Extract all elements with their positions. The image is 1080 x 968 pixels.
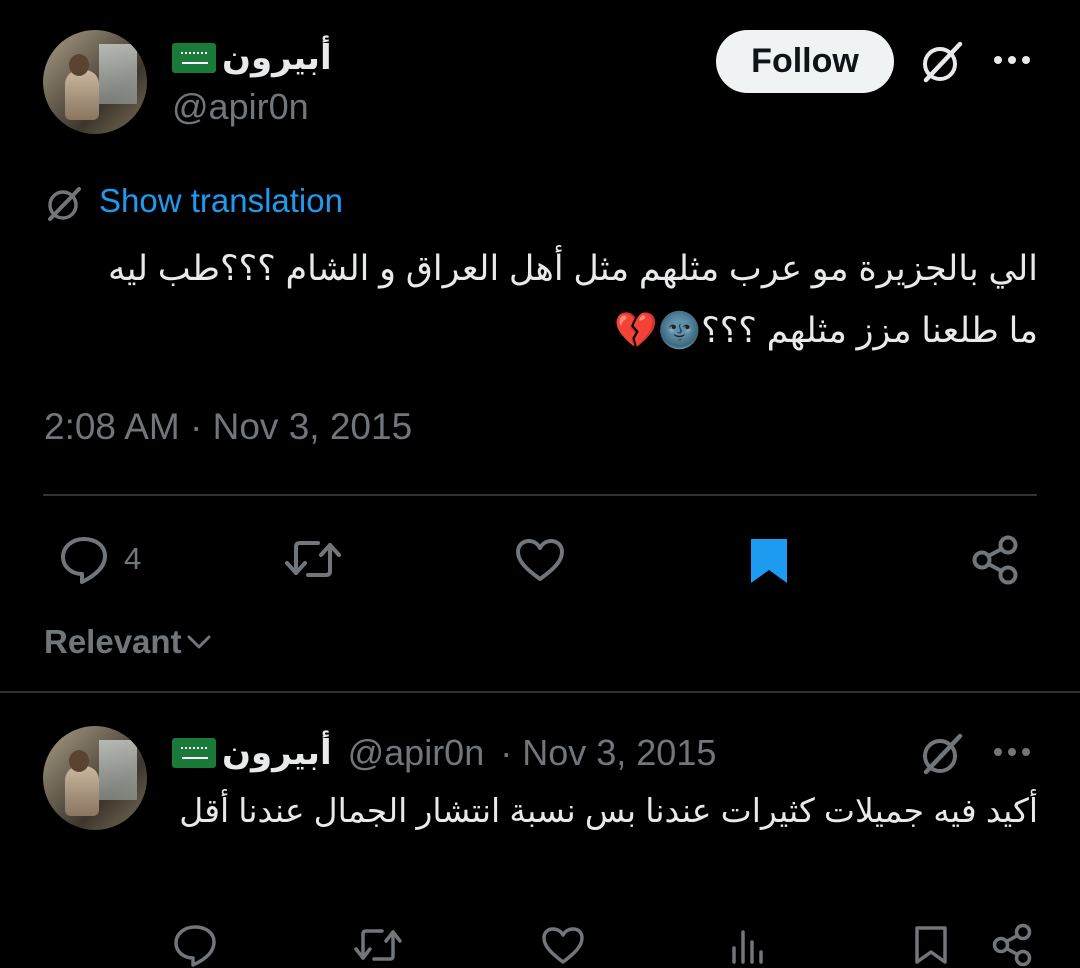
avatar-window [99, 740, 137, 800]
reply-count: 4 [124, 541, 142, 576]
avatar-window [99, 44, 137, 104]
reply-views-icon[interactable] [728, 924, 766, 964]
reply-share-icon[interactable] [990, 922, 1034, 968]
tweet-divider [43, 494, 1037, 496]
avatar-figure [65, 70, 99, 120]
like-icon[interactable] [514, 537, 566, 583]
reply-author-avatar[interactable] [43, 726, 147, 830]
author-handle[interactable]: @apir0n [172, 86, 309, 128]
chevron-down-icon [186, 632, 212, 652]
grok-icon[interactable] [918, 38, 966, 86]
author-name-row[interactable]: أبيرون [172, 36, 332, 80]
saudi-flag-icon [172, 738, 216, 768]
tweet-timestamp[interactable]: 2:08 AM · Nov 3, 2015 [44, 406, 412, 448]
avatar-head [69, 54, 89, 76]
reply-like-icon[interactable] [540, 925, 586, 965]
bookmark-icon[interactable] [748, 536, 790, 586]
saudi-flag-icon [172, 43, 216, 73]
replies-divider [0, 691, 1080, 693]
retweet-icon[interactable] [284, 535, 342, 583]
reply-author-display-name: أبيرون [222, 734, 332, 772]
share-icon[interactable] [970, 534, 1020, 586]
more-options-icon[interactable] [990, 50, 1034, 70]
reply-more-options-icon[interactable] [990, 742, 1034, 762]
reply-author-row[interactable]: أبيرون @apir0n · Nov 3, 2015 [172, 730, 716, 776]
tweet-text-line-1: الي بالجزيرة مو عرب مثلهم مثل أهل العراق… [108, 249, 1038, 288]
avatar-head [69, 750, 89, 772]
tweet-text: الي بالجزيرة مو عرب مثلهم مثل أهل العراق… [44, 238, 1038, 362]
reply-date: · Nov 3, 2015 [500, 732, 717, 773]
replies-sort-label: Relevant [44, 623, 182, 660]
avatar-figure [65, 766, 99, 816]
show-translation-link[interactable]: Show translation [99, 182, 343, 220]
follow-button[interactable]: Follow [716, 30, 894, 93]
replies-sort-dropdown[interactable]: Relevant [44, 622, 212, 662]
reply-text: أكيد فيه جميلات كثيرات عندنا بس نسبة انت… [179, 792, 1038, 829]
reply-bookmark-icon[interactable] [913, 924, 949, 966]
reply-icon [58, 533, 110, 585]
reply-grok-icon[interactable] [918, 730, 966, 778]
reply-author-handle: @apir0n [347, 732, 485, 773]
reply-retweet-icon[interactable] [353, 924, 403, 966]
author-display-name: أبيرون [222, 39, 332, 77]
reply-reply-icon[interactable] [172, 922, 218, 968]
tweet-text-line-2: ما طلعنا مزز مثلهم ؟؟؟🌚💔 [613, 311, 1038, 350]
author-avatar[interactable] [43, 30, 147, 134]
reply-button[interactable]: 4 [58, 533, 141, 585]
translate-icon [44, 184, 84, 224]
